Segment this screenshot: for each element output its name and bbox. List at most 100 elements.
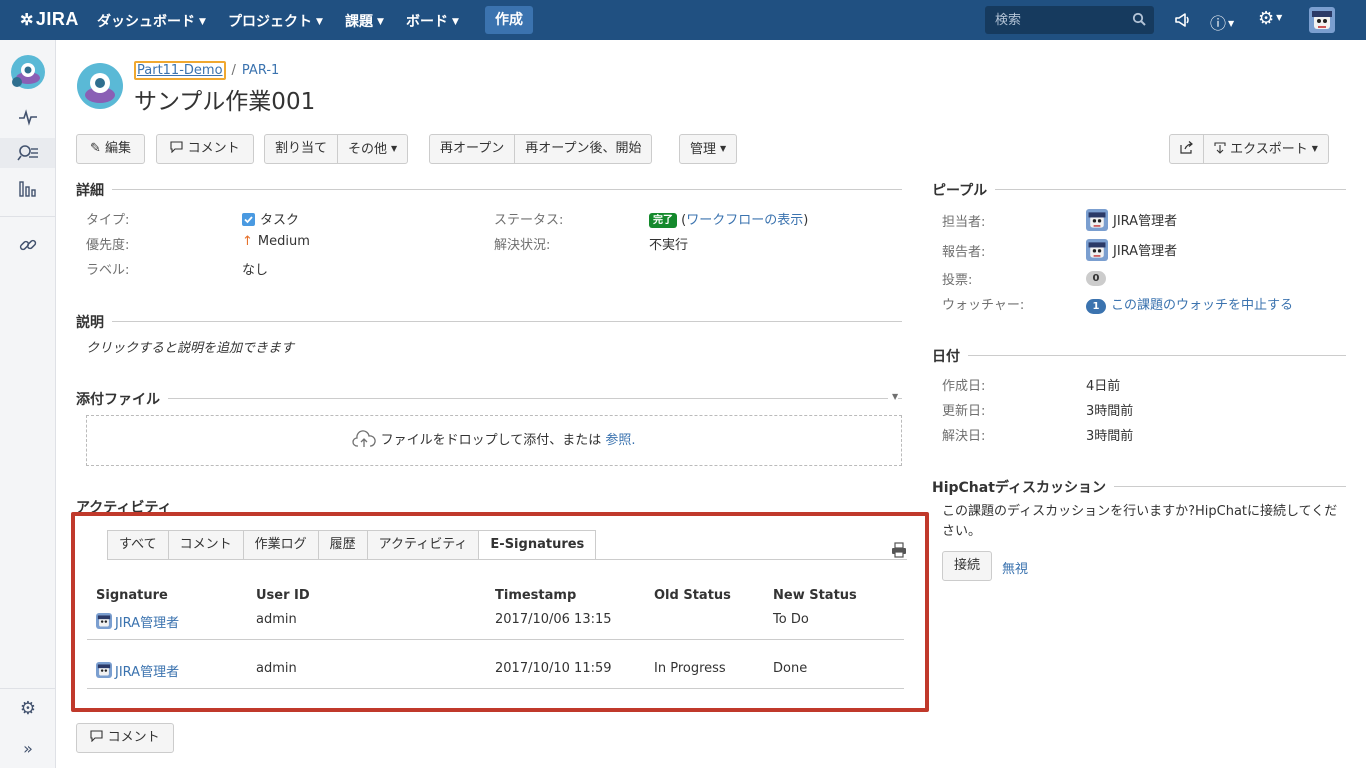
view-workflow-link[interactable]: ワークフローの表示 <box>686 213 803 228</box>
admin-button[interactable]: 管理 ▼ <box>680 135 736 163</box>
breadcrumb-project-link[interactable]: Part11-Demo <box>134 61 226 80</box>
comment-icon <box>170 141 183 154</box>
chevron-down-icon: ▼ <box>316 17 323 27</box>
signature-user-link[interactable]: JIRA管理者 <box>96 612 179 631</box>
activity-tabs: すべて コメント 作業ログ 履歴 アクティビティ E-Signatures <box>107 530 597 560</box>
reopen-start-button[interactable]: 再オープン後、開始 <box>515 135 651 163</box>
assignee-value[interactable]: JIRA管理者 <box>1086 209 1177 231</box>
details-heading: 詳細 <box>76 180 112 200</box>
reports-icon[interactable] <box>17 178 39 200</box>
workflow-group: 再オープン 再オープン後、開始 <box>429 134 653 164</box>
details-divider <box>76 189 902 190</box>
type-value[interactable]: タスク <box>242 209 299 228</box>
project-avatar[interactable] <box>76 62 124 110</box>
priority-label: 優先度: <box>86 238 130 253</box>
browse-link[interactable]: 参照. <box>605 433 635 448</box>
new-status-cell: Done <box>773 661 808 676</box>
gear-icon[interactable]: ⚙ ▼ <box>1258 8 1282 29</box>
resolution-value: 不実行 <box>649 238 689 253</box>
reporter-label: 報告者: <box>942 245 986 260</box>
export-download-icon <box>1214 142 1226 154</box>
jira-logo[interactable]: ✲ JIRA <box>20 9 79 30</box>
column-header-old-status: Old Status <box>654 588 731 603</box>
reporter-avatar <box>1086 239 1108 261</box>
link-icon[interactable] <box>17 234 39 256</box>
tab-all[interactable]: すべて <box>107 530 168 560</box>
description-heading: 説明 <box>76 312 112 332</box>
nav-issues[interactable]: 課題 ▼ <box>345 11 384 31</box>
hipchat-connect-button[interactable]: 接続 <box>942 551 992 581</box>
edit-button[interactable]: ✎ 編集 <box>76 134 145 164</box>
expand-sidebar-icon[interactable]: » <box>17 737 39 759</box>
activity-icon[interactable] <box>17 106 39 128</box>
resolution-label: 解決状況: <box>494 238 551 253</box>
create-button[interactable]: 作成 <box>485 6 533 34</box>
watchers-value: 1 この課題のウォッチを中止する <box>1086 294 1293 314</box>
priority-arrow-up-icon: ↑ <box>242 234 253 249</box>
labels-label: ラベル: <box>86 263 130 278</box>
hipchat-description: この課題のディスカッションを行いますか?HipChatに接続してください。 <box>942 504 1338 539</box>
search-input[interactable] <box>985 6 1125 34</box>
resolved-value: 3時間前 <box>1086 429 1134 444</box>
timestamp-cell: 2017/10/06 13:15 <box>495 612 612 627</box>
megaphone-icon[interactable] <box>1174 12 1191 28</box>
breadcrumb-issue-key[interactable]: PAR-1 <box>242 63 279 78</box>
status-value: 完了 (ワークフローの表示) <box>649 209 808 228</box>
bottom-comment-button[interactable]: コメント <box>76 723 174 753</box>
more-button[interactable]: その他 ▼ <box>338 135 407 163</box>
column-header-new-status: New Status <box>773 588 857 603</box>
nav-dashboards[interactable]: ダッシュボード ▼ <box>97 11 206 31</box>
tab-history[interactable]: 履歴 <box>317 530 367 560</box>
nav-projects[interactable]: プロジェクト ▼ <box>228 11 323 31</box>
assign-more-group: 割り当て その他 ▼ <box>264 134 409 164</box>
share-button[interactable] <box>1170 135 1204 163</box>
watchers-count-badge[interactable]: 1 <box>1086 299 1106 314</box>
breadcrumb-separator: / <box>231 63 236 78</box>
votes-label: 投票: <box>942 273 973 288</box>
tab-activity[interactable]: アクティビティ <box>366 530 479 560</box>
comment-button[interactable]: コメント <box>156 134 254 164</box>
project-avatar-small[interactable] <box>10 54 46 90</box>
sidebar-divider <box>0 216 56 217</box>
page-title[interactable]: サンプル作業001 <box>134 82 315 116</box>
watchers-label: ウォッチャー: <box>942 298 1025 313</box>
updated-value: 3時間前 <box>1086 404 1134 419</box>
cloud-upload-icon <box>352 430 377 447</box>
nav-boards[interactable]: ボード ▼ <box>406 11 459 31</box>
project-settings-gear-icon[interactable]: ⚙ <box>17 697 39 719</box>
tab-comments[interactable]: コメント <box>167 530 243 560</box>
issues-search-icon[interactable] <box>17 142 39 164</box>
tab-e-signatures[interactable]: E-Signatures <box>478 530 597 560</box>
tab-worklog[interactable]: 作業ログ <box>242 530 318 560</box>
labels-value[interactable]: なし <box>242 259 268 278</box>
export-button[interactable]: エクスポート ▼ <box>1204 135 1328 163</box>
user-id-cell: admin <box>256 612 297 627</box>
attachments-heading: 添付ファイル <box>76 389 168 409</box>
priority-value[interactable]: ↑ Medium <box>242 234 310 249</box>
updated-label: 更新日: <box>942 404 986 419</box>
signature-user-link[interactable]: JIRA管理者 <box>96 661 179 680</box>
reporter-value[interactable]: JIRA管理者 <box>1086 239 1177 261</box>
reopen-button[interactable]: 再オープン <box>430 135 516 163</box>
user-id-cell: admin <box>256 661 297 676</box>
pencil-icon: ✎ <box>89 141 101 156</box>
created-value: 4日前 <box>1086 379 1121 394</box>
attachments-options-chevron-icon[interactable]: ▼ <box>888 392 899 401</box>
help-icon[interactable]: ⓘ ▼ <box>1210 10 1234 34</box>
created-label: 作成日: <box>942 379 986 394</box>
column-header-signature: Signature <box>96 588 168 603</box>
search-icon[interactable] <box>1132 12 1146 26</box>
print-icon[interactable] <box>891 542 907 558</box>
new-status-cell: To Do <box>773 612 809 627</box>
description-placeholder[interactable]: クリックすると説明を追加できます <box>86 337 294 356</box>
assignee-avatar <box>1086 209 1108 231</box>
chevron-down-icon: ▼ <box>720 144 727 153</box>
votes-value[interactable]: 0 <box>1086 270 1106 286</box>
hipchat-dismiss-link[interactable]: 無視 <box>1002 558 1028 577</box>
task-type-icon <box>242 213 255 226</box>
user-avatar[interactable] <box>1309 7 1335 33</box>
assign-button[interactable]: 割り当て <box>265 135 339 163</box>
stop-watching-link[interactable]: この課題のウォッチを中止する <box>1111 298 1293 313</box>
dates-divider <box>932 355 1346 356</box>
attachment-dropzone[interactable]: ファイルをドロップして添付、または 参照. <box>86 415 902 466</box>
